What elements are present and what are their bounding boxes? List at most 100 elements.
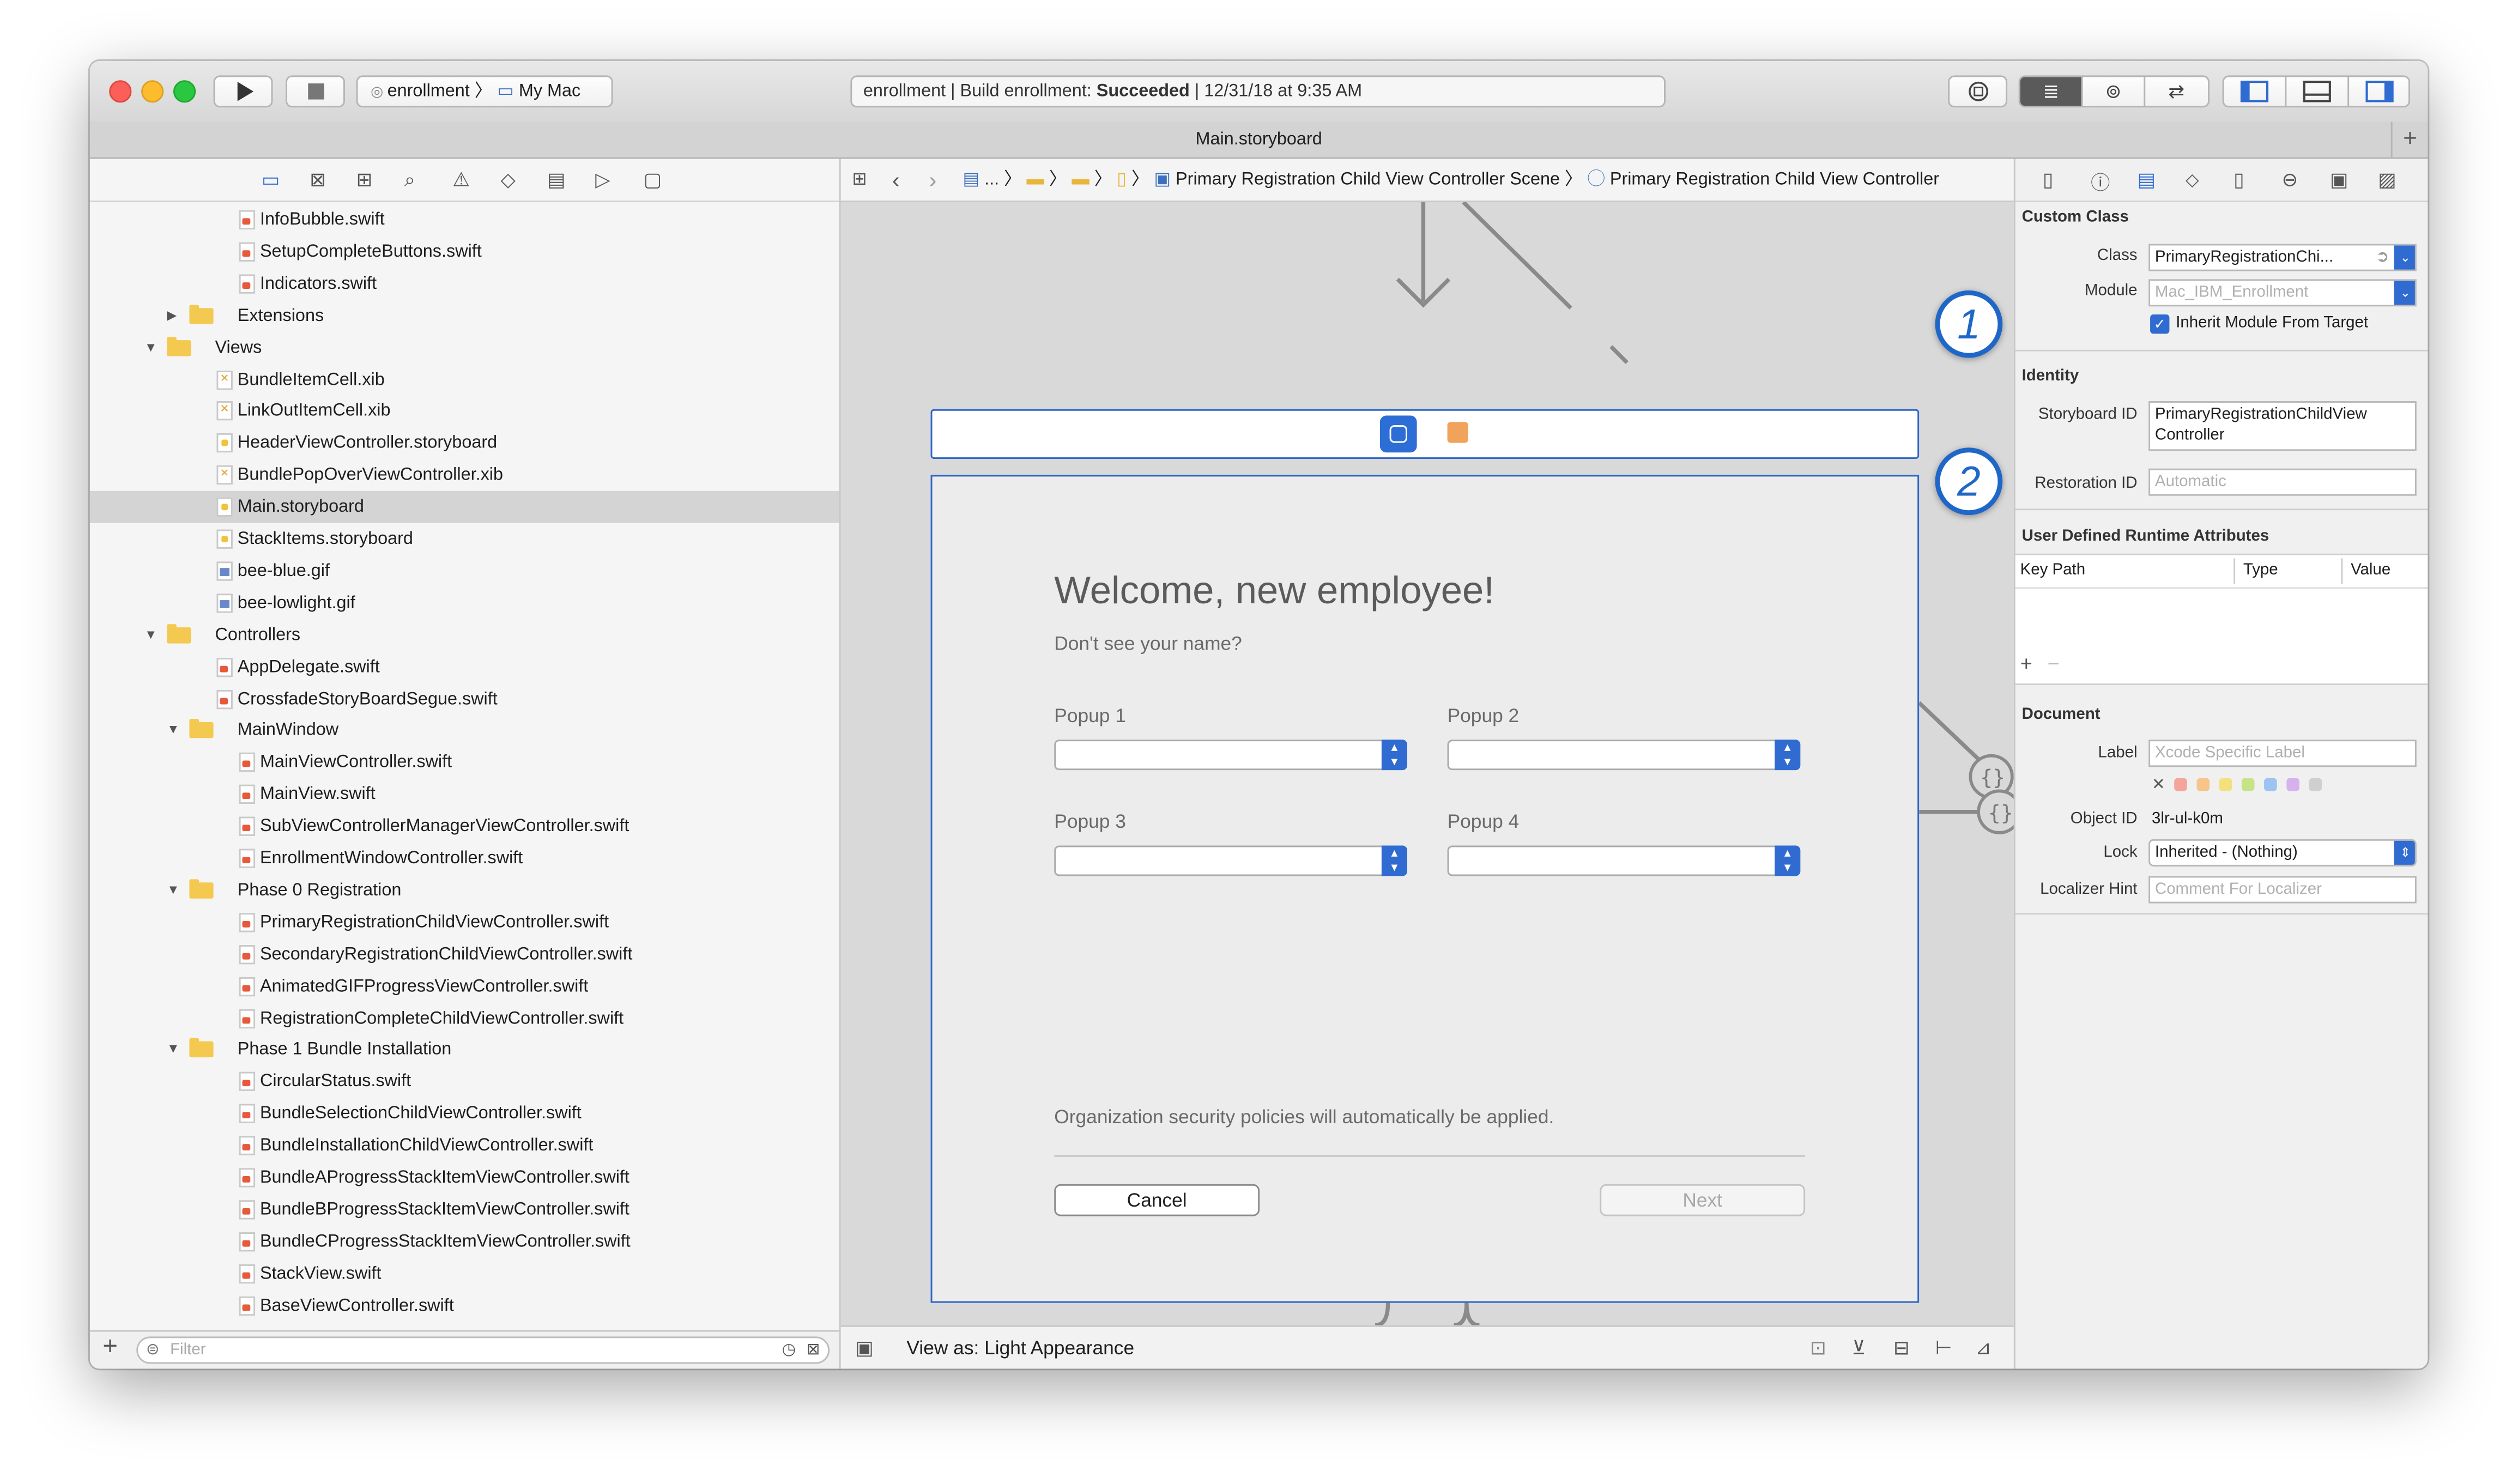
file-row[interactable]: LinkOutItemCell.xib xyxy=(90,395,839,427)
resolve-issues-icon[interactable]: ⊿ xyxy=(1975,1327,1992,1369)
gray-label-swatch[interactable] xyxy=(2309,778,2323,791)
update-frames-icon[interactable]: ⊡ xyxy=(1810,1327,1826,1369)
file-row[interactable]: InfoBubble.swift xyxy=(90,204,839,236)
filter-field[interactable]: ⊜ Filter ◷ ⊠ xyxy=(136,1336,830,1364)
forward-button[interactable]: › xyxy=(929,159,937,201)
folder-row[interactable]: ▶ Extensions xyxy=(90,300,839,332)
source-control-filter-icon[interactable]: ⊠ xyxy=(807,1338,820,1362)
file-row[interactable]: Indicators.swift xyxy=(90,268,839,300)
zoom-window-button[interactable] xyxy=(173,80,196,103)
file-row[interactable]: PrimaryRegistrationChildViewController.s… xyxy=(90,906,839,938)
next-button[interactable]: Next xyxy=(1600,1184,1806,1216)
popup-3-label[interactable]: Popup 3 xyxy=(1054,810,1126,833)
file-row[interactable]: HeaderViewController.storyboard xyxy=(90,427,839,459)
file-row[interactable]: bee-blue.gif xyxy=(90,555,839,587)
purple-label-swatch[interactable] xyxy=(2287,778,2301,791)
scheme-selector[interactable]: ◎ enrollment 〉 ▭ My Mac xyxy=(356,75,613,108)
lock-popup[interactable]: Inherited - (Nothing) ⇕ xyxy=(2148,839,2417,867)
file-row[interactable]: EnrollmentWindowController.swift xyxy=(90,843,839,875)
no-color-icon[interactable]: ✕ xyxy=(2152,776,2165,793)
disclosure-open-icon[interactable]: ▼ xyxy=(144,619,157,651)
file-row[interactable]: BundleAProgressStackItemViewController.s… xyxy=(90,1162,839,1194)
assistant-editor-button[interactable]: ⊚ xyxy=(2083,77,2145,106)
close-window-button[interactable] xyxy=(109,80,132,103)
report-icon[interactable]: ▢ xyxy=(644,168,662,191)
view-controller-icon[interactable] xyxy=(1379,415,1417,453)
chevron-down-icon[interactable]: ⌄ xyxy=(2394,281,2415,305)
yellow-label-swatch[interactable] xyxy=(2219,778,2233,791)
breakpoint-icon[interactable]: ▷ xyxy=(595,168,610,191)
navigator-toggle-button[interactable] xyxy=(2224,77,2287,106)
popup-2-label[interactable]: Popup 2 xyxy=(1448,704,1520,726)
popup-2[interactable]: ▴ ▾ xyxy=(1447,740,1801,771)
restoration-id-field[interactable]: Automatic xyxy=(2148,468,2417,496)
warning-icon[interactable]: ⚠ xyxy=(452,168,470,191)
file-row[interactable]: CircularStatus.swift xyxy=(90,1066,839,1098)
related-items-icon[interactable]: ⊞ xyxy=(852,159,867,201)
disclosure-closed-icon[interactable]: ▶ xyxy=(167,300,177,332)
file-row[interactable]: AnimatedGIFProgressViewController.swift xyxy=(90,970,839,1002)
view-controller-view[interactable]: Welcome, new employee! Don't see your na… xyxy=(930,475,1920,1303)
folder-row[interactable]: ▼ Controllers xyxy=(90,619,839,651)
folder-row[interactable]: ▼ Phase 1 Bundle Installation xyxy=(90,1034,839,1066)
connections-inspector-icon[interactable]: ⊖ xyxy=(2282,168,2298,191)
folder-icon[interactable]: ▭ xyxy=(262,168,280,191)
col-key-path[interactable]: Key Path xyxy=(2020,555,2086,587)
orange-label-swatch[interactable] xyxy=(2197,778,2211,791)
effects-inspector-icon[interactable]: ▨ xyxy=(2378,168,2396,191)
runtime-attributes-table[interactable]: Key Path Type Value + − xyxy=(2015,553,2428,686)
scene-dock[interactable] xyxy=(930,409,1920,459)
folder-row[interactable]: ▼ Phase 0 Registration xyxy=(90,874,839,906)
file-row[interactable]: AppDelegate.swift xyxy=(90,651,839,683)
red-label-swatch[interactable] xyxy=(2175,778,2188,791)
popup-1-label[interactable]: Popup 1 xyxy=(1054,704,1126,726)
file-row[interactable]: SubViewControllerManagerViewController.s… xyxy=(90,810,839,843)
stop-button[interactable] xyxy=(286,75,345,108)
file-row[interactable]: MainViewController.swift xyxy=(90,747,839,779)
identity-inspector-icon[interactable]: ▤ xyxy=(2138,168,2156,191)
file-row[interactable]: BundleSelectionChildViewController.swift xyxy=(90,1098,839,1130)
file-row[interactable]: StackView.swift xyxy=(90,1257,839,1289)
debug-icon[interactable]: ▤ xyxy=(547,168,565,191)
file-row[interactable]: BundleBProgressStackItemViewController.s… xyxy=(90,1194,839,1226)
green-label-swatch[interactable] xyxy=(2242,778,2255,791)
welcome-title[interactable]: Welcome, new employee! xyxy=(1054,570,1494,614)
subtitle-label[interactable]: Don't see your name? xyxy=(1054,632,1242,655)
file-row[interactable]: RegistrationCompleteChildViewController.… xyxy=(90,1002,839,1034)
file-inspector-icon[interactable]: ▯ xyxy=(2043,168,2053,191)
inherit-module-checkbox[interactable]: ✓ xyxy=(2150,314,2170,334)
localizer-hint-field[interactable]: Comment For Localizer xyxy=(2148,876,2417,904)
popup-3[interactable]: ▴ ▾ xyxy=(1054,845,1407,876)
jump-path[interactable]: ▤ ... 〉 ▬ 〉 ▬ 〉 ▯ 〉 ▣ Primary Registrati… xyxy=(963,159,1939,201)
attributes-inspector-icon[interactable]: ⬦ xyxy=(2186,168,2199,192)
search-icon[interactable]: ⌕ xyxy=(404,168,415,192)
file-row[interactable]: BaseViewController.swift xyxy=(90,1289,839,1322)
version-editor-button[interactable]: ⇄ xyxy=(2145,77,2208,106)
help-icon[interactable]: ⓘ xyxy=(2091,168,2110,196)
first-responder-icon[interactable] xyxy=(1447,422,1468,443)
minimize-window-button[interactable] xyxy=(141,80,164,103)
run-button[interactable] xyxy=(213,75,273,108)
storyboard-id-field[interactable]: PrimaryRegistrationChildView Controller xyxy=(2148,401,2417,451)
folder-row[interactable]: ▼ Views xyxy=(90,331,839,364)
tab-main-storyboard[interactable]: Main.storyboard xyxy=(1196,130,1322,149)
file-row[interactable]: Main.storyboard xyxy=(89,491,839,523)
document-outline-toggle-icon[interactable]: ▣ xyxy=(855,1327,873,1369)
standard-editor-button[interactable]: ≣ xyxy=(2020,77,2084,106)
policy-label[interactable]: Organization security policies will auto… xyxy=(1054,1105,1554,1128)
debug-area-toggle-button[interactable] xyxy=(2286,77,2350,106)
add-file-button[interactable]: + xyxy=(102,1334,118,1362)
file-row[interactable]: CrossfadeStoryBoardSegue.swift xyxy=(90,683,839,715)
hierarchy-icon[interactable]: ⊞ xyxy=(356,168,373,191)
file-row[interactable]: SetupCompleteButtons.swift xyxy=(90,235,839,268)
size-inspector-icon[interactable]: ▯ xyxy=(2233,168,2244,191)
file-row[interactable]: MainView.swift xyxy=(90,778,839,810)
go-to-arrow-icon[interactable]: ➲ xyxy=(2376,245,2389,269)
file-row[interactable]: bee-lowlight.gif xyxy=(90,587,839,619)
remove-attribute-button[interactable]: − xyxy=(2048,651,2060,675)
file-row[interactable]: StackItems.storyboard xyxy=(90,523,839,555)
inspector-toggle-button[interactable] xyxy=(2349,77,2408,106)
class-field[interactable]: PrimaryRegistrationChi... ➲ ⌄ xyxy=(2148,244,2417,271)
bindings-inspector-icon[interactable]: ▣ xyxy=(2330,168,2348,191)
file-row[interactable]: BundleCProgressStackItemViewController.s… xyxy=(90,1226,839,1258)
